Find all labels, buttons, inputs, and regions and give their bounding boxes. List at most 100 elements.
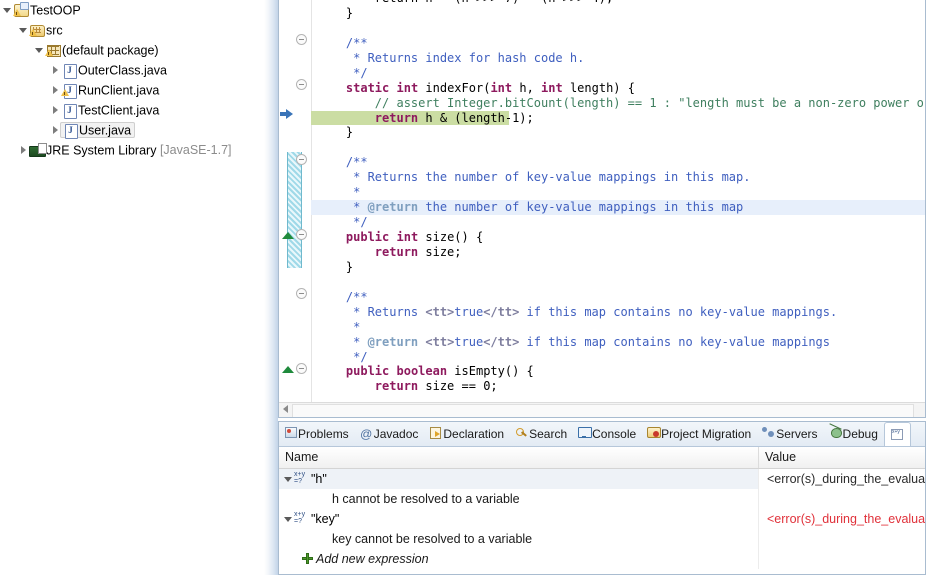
chevron-right-icon[interactable]: [50, 120, 61, 140]
column-header-name[interactable]: Name: [279, 447, 759, 468]
code-line[interactable]: return size == 0;: [311, 379, 925, 394]
chevron-down-icon[interactable]: [2, 0, 13, 20]
tree-item-src[interactable]: src: [0, 20, 264, 40]
chevron-down-icon[interactable]: [279, 469, 293, 489]
selected-item-wrapper[interactable]: User.java: [60, 122, 136, 139]
add-expression-row[interactable]: Add new expression: [279, 549, 925, 569]
tab-servers[interactable]: Servers: [757, 422, 823, 446]
code-line[interactable]: }: [311, 125, 925, 140]
chevron-down-icon[interactable]: [34, 40, 45, 60]
column-header-value[interactable]: Value: [759, 447, 925, 468]
code-line[interactable]: /**: [311, 155, 925, 170]
collapse-fold-icon[interactable]: [296, 288, 307, 299]
chevron-right-icon[interactable]: [50, 80, 61, 100]
code-line[interactable]: // assert Integer.bitCount(length) == 1 …: [311, 96, 925, 111]
panel-divider-sash[interactable]: [264, 0, 278, 575]
tree-item-outerclass-java[interactable]: OuterClass.java: [0, 60, 264, 80]
tab-debug[interactable]: Debug: [824, 422, 884, 446]
expressions-table-body[interactable]: "h"<error(s)_during_the_evaluah cannot b…: [279, 469, 925, 569]
collapse-fold-icon[interactable]: [296, 229, 307, 240]
bottom-view-panel[interactable]: Problems Javadoc Declaration Search Console P…: [278, 421, 926, 575]
code-line[interactable]: return h & (length-1);: [311, 110, 534, 126]
tree-item-runclient-java[interactable]: RunClient.java: [0, 80, 264, 100]
cell-value[interactable]: [759, 529, 925, 549]
tree-item-user-java[interactable]: User.java: [0, 120, 264, 140]
editor-gutter[interactable]: [279, 0, 312, 403]
chevron-right-icon[interactable]: [50, 60, 61, 80]
code-line[interactable]: *: [311, 320, 925, 335]
code-line[interactable]: static int indexFor(int h, int length) {: [311, 81, 925, 96]
code-line[interactable]: * @return the number of key-value mappin…: [311, 200, 925, 216]
code-line[interactable]: * Returns the number of key-value mappin…: [311, 170, 925, 185]
table-row[interactable]: key cannot be resolved to a variable: [279, 529, 925, 549]
item-wrapper[interactable]: TestClient.java: [61, 103, 159, 119]
tab-project-migration[interactable]: Project Migration: [642, 422, 757, 446]
java-source-editor[interactable]: return h ^ (h >>> 7) ^ (h >>> 4); } /** …: [278, 0, 926, 418]
code-line[interactable]: }: [311, 260, 925, 275]
collapse-fold-icon[interactable]: [296, 154, 307, 165]
package-explorer[interactable]: TestOOP src (default package) OuterClass.ja…: [0, 0, 264, 575]
code-line[interactable]: public boolean isEmpty() {: [311, 364, 925, 379]
chevron-right-icon[interactable]: [18, 140, 29, 160]
collapse-fold-icon[interactable]: [296, 363, 307, 374]
cell-value[interactable]: <error(s)_during_the_evalua: [759, 509, 925, 529]
code-line[interactable]: *: [311, 185, 925, 200]
code-token: size() {: [418, 230, 484, 244]
code-line[interactable]: [311, 21, 925, 36]
code-line[interactable]: /**: [311, 36, 925, 51]
cell-value[interactable]: [759, 549, 925, 569]
collapse-fold-icon[interactable]: [296, 34, 307, 45]
scrollbar-thumb[interactable]: [292, 404, 914, 417]
add-new-expression-label[interactable]: Add new expression: [316, 552, 429, 566]
item-wrapper[interactable]: RunClient.java: [61, 80, 159, 100]
add-icon[interactable]: [300, 549, 316, 569]
editor-horizontal-scrollbar[interactable]: [279, 402, 925, 417]
code-line[interactable]: }: [311, 6, 925, 21]
cell-value[interactable]: <error(s)_during_the_evalua: [759, 469, 925, 489]
item-wrapper[interactable]: src: [29, 23, 63, 38]
code-line[interactable]: [311, 140, 925, 155]
code-line[interactable]: * @return <tt>true</tt> if this map cont…: [311, 335, 925, 350]
chevron-down-icon[interactable]: [279, 509, 293, 529]
tab-console[interactable]: Console: [573, 422, 642, 446]
chevron-down-icon[interactable]: [18, 20, 29, 40]
item-wrapper[interactable]: TestOOP: [13, 2, 81, 18]
tab-expressions[interactable]: [883, 422, 911, 446]
table-row[interactable]: h cannot be resolved to a variable: [279, 489, 925, 509]
cell-name[interactable]: h cannot be resolved to a variable: [279, 489, 759, 509]
cell-name[interactable]: Add new expression: [279, 549, 759, 569]
cell-value[interactable]: [759, 489, 925, 509]
code-line[interactable]: /**: [311, 290, 925, 305]
code-line[interactable]: public int size() {: [311, 230, 925, 245]
item-wrapper[interactable]: (default package): [45, 43, 159, 58]
code-line[interactable]: return size;: [311, 245, 925, 260]
cell-name[interactable]: "h": [279, 469, 759, 489]
cell-name[interactable]: "key": [279, 509, 759, 529]
tab-javadoc[interactable]: Javadoc: [355, 422, 425, 446]
java-file-icon: [61, 80, 78, 100]
table-row[interactable]: "h" <error(s)_during_the_evalua: [279, 469, 925, 489]
code-line[interactable]: */: [311, 66, 925, 81]
tree-item-default-package[interactable]: (default package): [0, 40, 264, 60]
tree-item-testclient-java[interactable]: TestClient.java: [0, 100, 264, 120]
view-tab-bar[interactable]: Problems Javadoc Declaration Search Console P…: [279, 422, 925, 447]
collapse-fold-icon[interactable]: [296, 79, 307, 90]
code-line[interactable]: [311, 275, 925, 290]
tree-item-testoop[interactable]: TestOOP: [0, 0, 264, 20]
code-line[interactable]: */: [311, 350, 925, 365]
item-wrapper[interactable]: OuterClass.java: [61, 63, 167, 79]
chevron-right-icon[interactable]: [50, 100, 61, 120]
scroll-left-arrow-icon[interactable]: [283, 405, 288, 413]
item-wrapper[interactable]: JRE System Library: [29, 143, 156, 158]
code-text-area[interactable]: return h ^ (h >>> 7) ^ (h >>> 4); } /** …: [311, 0, 925, 403]
tab-declaration[interactable]: Declaration: [424, 422, 510, 446]
code-line[interactable]: * Returns <tt>true</tt> if this map cont…: [311, 305, 925, 320]
table-row[interactable]: "key" <error(s)_during_the_evalua: [279, 509, 925, 529]
tab-problems[interactable]: Problems: [279, 422, 355, 446]
cell-name[interactable]: key cannot be resolved to a variable: [279, 529, 759, 549]
code-line[interactable]: */: [311, 215, 925, 230]
tab-search[interactable]: Search: [510, 422, 573, 446]
servers-icon: [761, 422, 776, 446]
tree-item-jre-system-library[interactable]: JRE System Library [JavaSE-1.7]: [0, 140, 264, 160]
code-line[interactable]: * Returns index for hash code h.: [311, 51, 925, 66]
